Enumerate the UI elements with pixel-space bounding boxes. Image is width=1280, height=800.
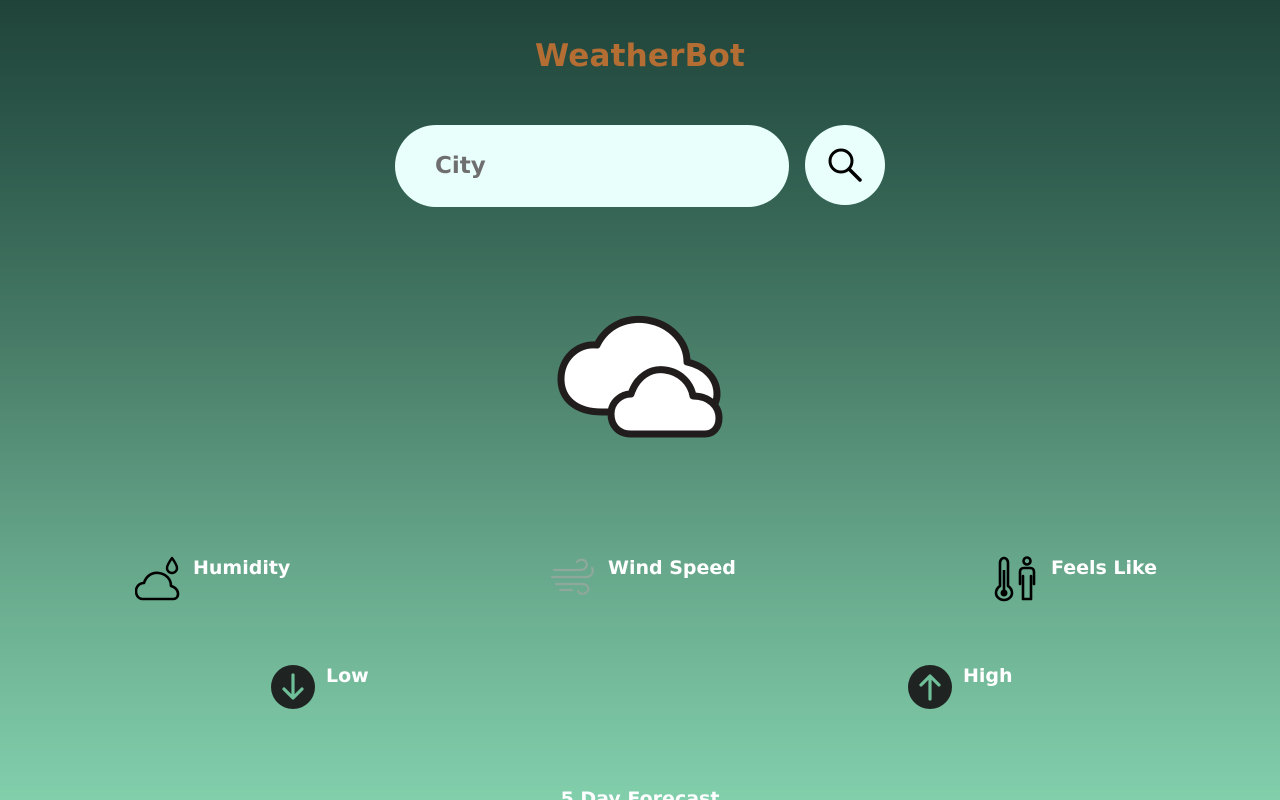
feels-like-icon xyxy=(994,556,1036,602)
search-button[interactable] xyxy=(805,125,885,205)
forecast-heading: 5 Day Forecast xyxy=(560,788,720,800)
humidity-stat: Humidity xyxy=(135,556,290,602)
wind-speed-label: Wind Speed xyxy=(608,557,736,579)
city-search-input[interactable] xyxy=(395,125,789,207)
arrow-down-icon xyxy=(271,665,315,709)
low-stat: Low xyxy=(270,664,369,710)
feels-like-label: Feels Like xyxy=(1051,557,1158,579)
wind-speed-stat: Wind Speed xyxy=(550,556,736,600)
arrow-up-icon xyxy=(908,665,952,709)
high-stat: High xyxy=(907,664,1013,710)
high-label: High xyxy=(963,665,1013,687)
humidity-label: Humidity xyxy=(193,557,291,579)
search-icon xyxy=(828,148,862,182)
wind-icon xyxy=(550,558,594,595)
feels-like-stat: Feels Like xyxy=(993,556,1157,602)
humidity-icon xyxy=(135,556,180,601)
low-label: Low xyxy=(326,665,369,687)
app-title: WeatherBot xyxy=(535,38,745,74)
cloudy-icon xyxy=(557,315,723,438)
